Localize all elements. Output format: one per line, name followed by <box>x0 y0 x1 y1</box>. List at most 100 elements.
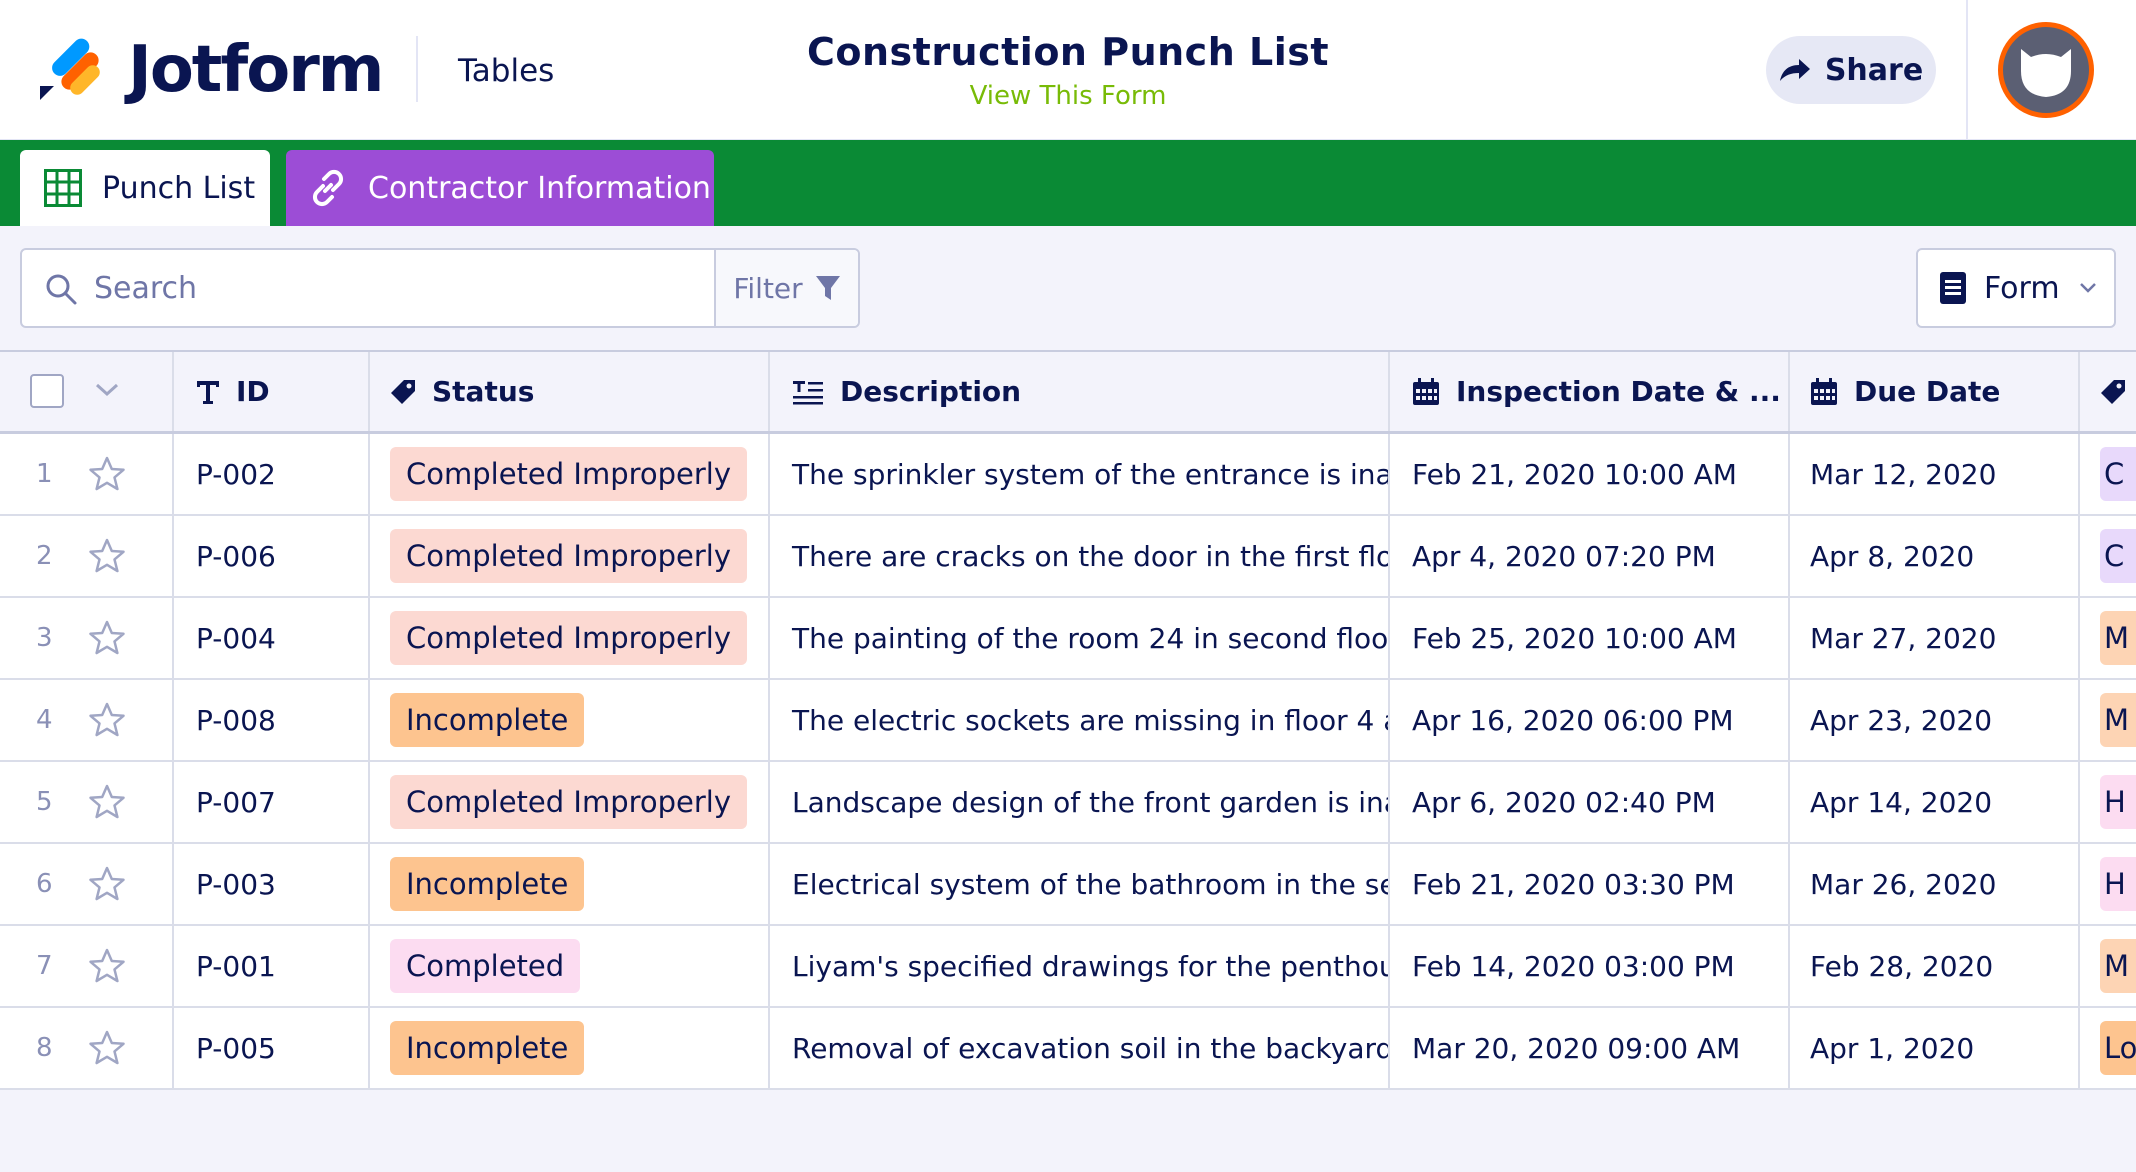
status-cell[interactable]: Incomplete <box>370 1008 770 1088</box>
table-row[interactable]: 3P-004Completed ImproperlyThe painting o… <box>0 598 2136 680</box>
row-number: 6 <box>36 869 53 899</box>
tab-punch-list[interactable]: Punch List <box>20 150 270 226</box>
table-row[interactable]: 6 P-003IncompleteElectrical system of the… <box>0 844 2136 926</box>
star-icon[interactable] <box>88 620 126 656</box>
due-date-cell[interactable]: Apr 1, 2020 <box>1790 1008 2080 1088</box>
next-column-cell[interactable]: M <box>2080 680 2136 760</box>
tab-contractor-information[interactable]: Contractor Information <box>286 150 714 226</box>
status-badge: Completed Improperly <box>390 447 747 501</box>
next-column-cell[interactable]: M <box>2080 598 2136 678</box>
due-date-cell[interactable]: Apr 14, 2020 <box>1790 762 2080 842</box>
id-cell[interactable]: P-005 <box>174 1008 370 1088</box>
tag-badge: H <box>2100 775 2136 829</box>
inspection-date-cell[interactable]: Feb 21, 2020 10:00 AM <box>1390 434 1790 514</box>
id-cell[interactable]: P-004 <box>174 598 370 678</box>
column-header-next[interactable] <box>2080 352 2136 431</box>
jotform-logo-icon[interactable] <box>38 36 102 102</box>
star-icon[interactable] <box>88 456 126 492</box>
star-icon[interactable] <box>88 702 126 738</box>
column-header-due-date[interactable]: Due Date <box>1790 352 2080 431</box>
table-row[interactable]: 4P-008 Incomplete The electric sockets are… <box>0 680 2136 762</box>
table-row[interactable]: 2P-006 Completed Improperly There are crac… <box>0 516 2136 598</box>
table-row[interactable]: 7P-001CompletedLiyam's specified drawing… <box>0 926 2136 1008</box>
id-cell[interactable]: P-001 <box>174 926 370 1006</box>
star-icon[interactable] <box>88 866 126 902</box>
next-column-cell[interactable]: C <box>2080 434 2136 514</box>
chevron-down-icon[interactable] <box>92 380 122 400</box>
due-date-cell[interactable]: Mar 27, 2020 <box>1790 598 2080 678</box>
share-label: Share <box>1825 53 1923 88</box>
description-cell[interactable]: Removal of excavation soil in the backya… <box>770 1008 1390 1088</box>
next-column-cell[interactable]: M <box>2080 926 2136 1006</box>
description-cell[interactable]: Landscape design of the front garden is … <box>770 762 1390 842</box>
select-all-checkbox[interactable] <box>30 374 64 408</box>
star-icon[interactable] <box>88 784 126 820</box>
view-form-link[interactable]: View This Form <box>768 78 1368 114</box>
id-cell[interactable]: P-007 <box>174 762 370 842</box>
status-badge: Incomplete <box>390 693 584 747</box>
form-view-button[interactable]: Form <box>1916 248 2116 328</box>
description-cell[interactable]: The painting of the room 24 in second fl… <box>770 598 1390 678</box>
tab-bar: Punch List Contractor Information <box>0 140 2136 226</box>
description-cell[interactable]: There are cracks on the door in the firs… <box>770 516 1390 596</box>
share-button[interactable]: Share <box>1766 36 1936 104</box>
inspection-date-cell[interactable]: Feb 21, 2020 03:30 PM <box>1390 844 1790 924</box>
due-date-cell[interactable]: Feb 28, 2020 <box>1790 926 2080 1006</box>
avatar[interactable] <box>1998 22 2094 118</box>
tag-badge: M <box>2100 693 2136 747</box>
row-select-cell: 5 <box>0 762 174 842</box>
status-cell[interactable]: Completed Improperly <box>370 434 770 514</box>
due-date-cell[interactable]: Mar 26, 2020 <box>1790 844 2080 924</box>
description-cell[interactable]: Electrical system of the bathroom in the… <box>770 844 1390 924</box>
id-cell[interactable]: P-003 <box>174 844 370 924</box>
description-cell[interactable]: Liyam's specified drawings for the penth… <box>770 926 1390 1006</box>
next-column-cell[interactable]: H <box>2080 844 2136 924</box>
id-cell[interactable]: P-006 <box>174 516 370 596</box>
column-header-description[interactable]: Description <box>770 352 1390 431</box>
star-icon[interactable] <box>88 1030 126 1066</box>
header-divider-right <box>1966 0 1968 140</box>
filter-button[interactable]: Filter <box>714 250 858 326</box>
next-column-cell[interactable]: C <box>2080 516 2136 596</box>
column-header-id[interactable]: ID <box>174 352 370 431</box>
star-icon[interactable] <box>88 538 126 574</box>
id-cell[interactable]: P-002 <box>174 434 370 514</box>
search-box: Filter <box>20 248 860 328</box>
inspection-date-cell[interactable]: Mar 20, 2020 09:00 AM <box>1390 1008 1790 1088</box>
inspection-date-cell[interactable]: Apr 4, 2020 07:20 PM <box>1390 516 1790 596</box>
row-select-cell: 4 <box>0 680 174 760</box>
status-cell[interactable]: Completed Improperly <box>370 516 770 596</box>
table-row[interactable]: 8P-005IncompleteRemoval of excavation so… <box>0 1008 2136 1090</box>
status-badge: Completed Improperly <box>390 529 747 583</box>
inspection-date-cell[interactable]: Feb 14, 2020 03:00 PM <box>1390 926 1790 1006</box>
description-cell[interactable]: The electric sockets are missing in floo… <box>770 680 1390 760</box>
due-date-cell[interactable]: Apr 8, 2020 <box>1790 516 2080 596</box>
status-cell[interactable]: Completed <box>370 926 770 1006</box>
column-header-status[interactable]: Status <box>370 352 770 431</box>
inspection-date-cell[interactable]: Apr 6, 2020 02:40 PM <box>1390 762 1790 842</box>
table-row[interactable]: 1P-002Completed ImproperlyThe sprinkler … <box>0 434 2136 516</box>
status-cell[interactable]: Incomplete <box>370 680 770 760</box>
table-row[interactable]: 5P-007Completed ImproperlyLandscape desi… <box>0 762 2136 844</box>
data-table: ID Status Description <box>0 350 2136 1090</box>
due-date-cell[interactable]: Apr 23, 2020 <box>1790 680 2080 760</box>
status-cell[interactable]: Completed Improperly <box>370 598 770 678</box>
due-date-cell[interactable]: Mar 12, 2020 <box>1790 434 2080 514</box>
next-column-cell[interactable]: Lo <box>2080 1008 2136 1088</box>
brand-name[interactable]: Jotform <box>128 30 382 110</box>
inspection-date-cell[interactable]: Feb 25, 2020 10:00 AM <box>1390 598 1790 678</box>
inspection-date-cell[interactable]: Apr 16, 2020 06:00 PM <box>1390 680 1790 760</box>
tables-link[interactable]: Tables <box>458 52 554 90</box>
description-cell[interactable]: The sprinkler system of the entrance is … <box>770 434 1390 514</box>
status-badge: Completed Improperly <box>390 611 747 665</box>
column-header-inspection-date[interactable]: Inspection Date & ... <box>1390 352 1790 431</box>
id-cell[interactable]: P-008 <box>174 680 370 760</box>
row-select-cell: 2 <box>0 516 174 596</box>
star-icon[interactable] <box>88 948 126 984</box>
search-input[interactable] <box>94 264 714 312</box>
calendar-icon <box>1412 378 1440 406</box>
status-cell[interactable]: Completed Improperly <box>370 762 770 842</box>
status-cell[interactable]: Incomplete <box>370 844 770 924</box>
chevron-down-icon <box>2078 281 2098 295</box>
next-column-cell[interactable]: H <box>2080 762 2136 842</box>
